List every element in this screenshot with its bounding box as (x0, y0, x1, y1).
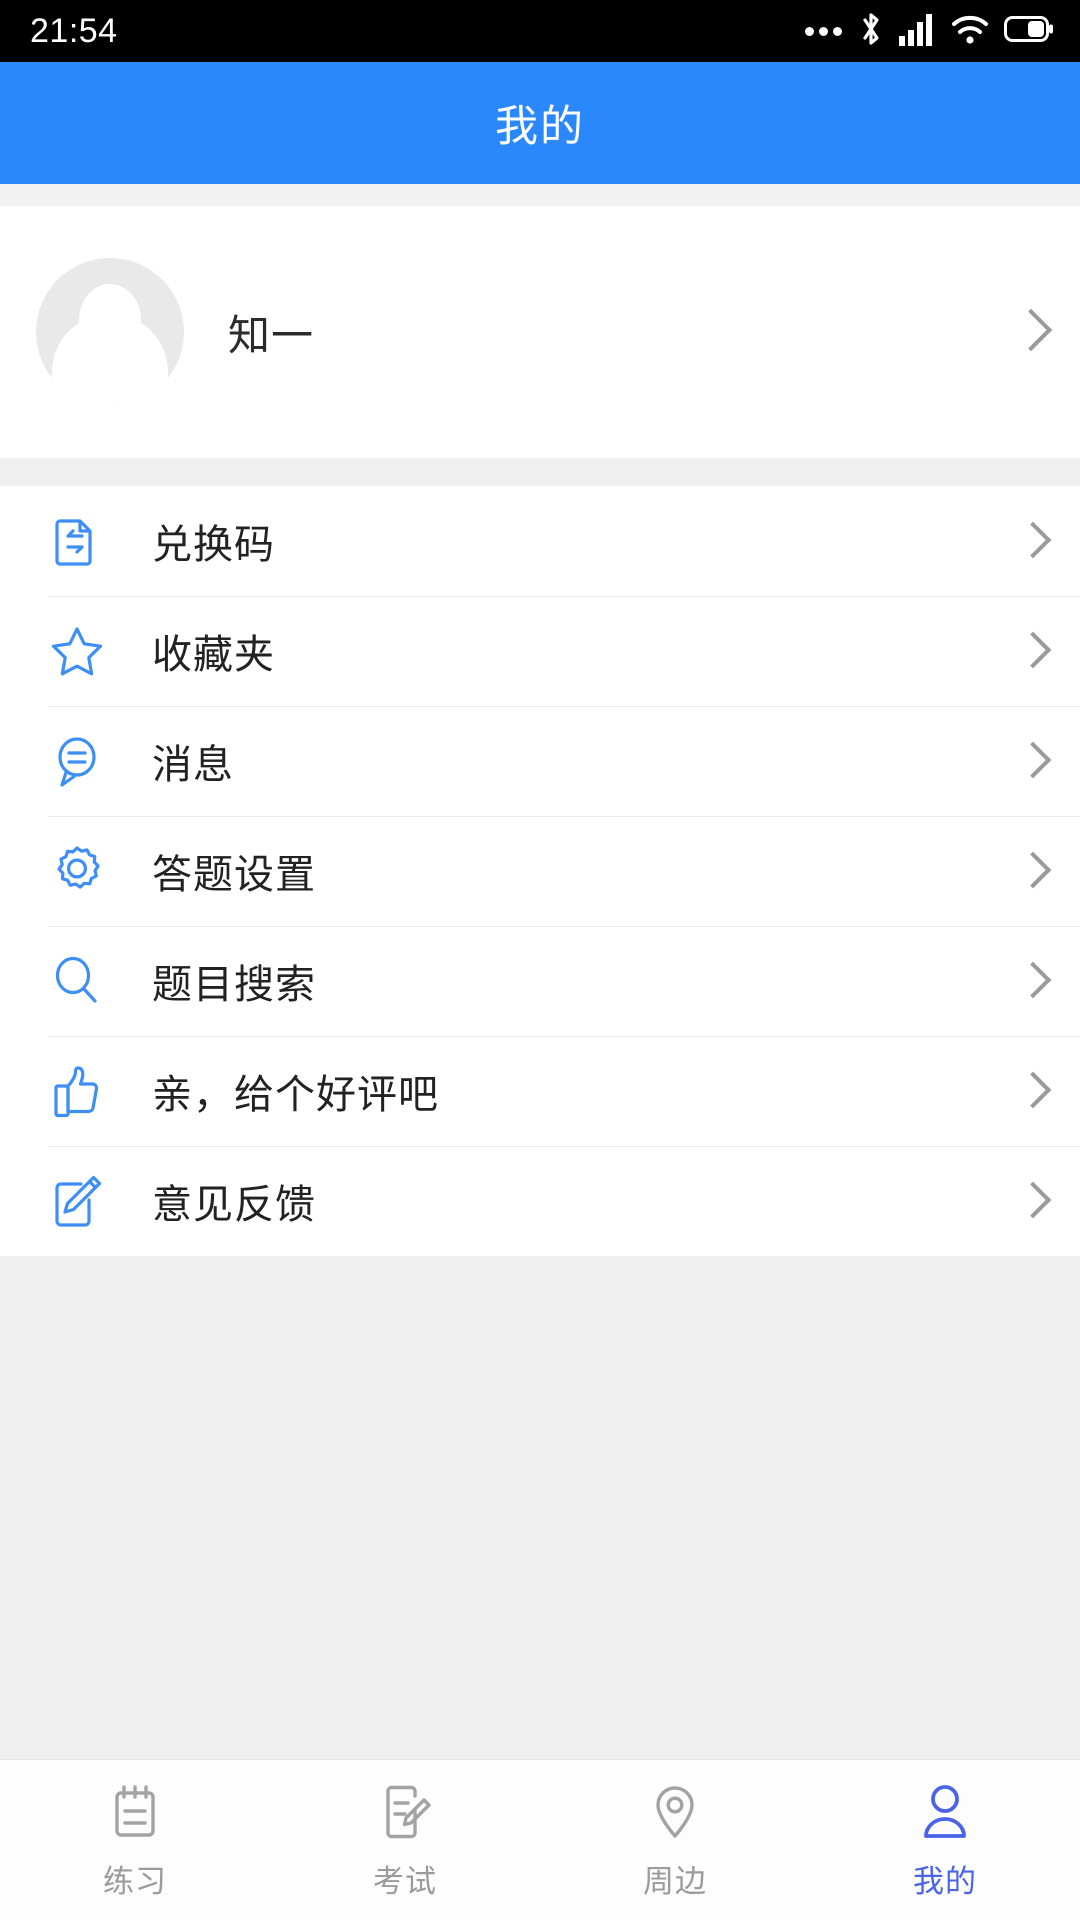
menu-item-redeem-code[interactable]: 兑换码 (0, 486, 1080, 596)
menu-item-label: 题目搜索 (152, 963, 316, 1007)
redeem-code-icon (48, 512, 106, 570)
search-icon (48, 952, 106, 1010)
page-title: 我的 (495, 103, 585, 151)
wifi-icon (950, 13, 990, 50)
section-spacer (0, 458, 1080, 486)
app-screen: 21:54 我的 知一 兑换码 收藏夹 消息 答题设置 题目搜索 亲，给个好评吧… (0, 0, 1080, 1920)
menu-item-label: 消息 (152, 743, 234, 787)
tab-label: 我的 (913, 1863, 977, 1899)
content-scroll-area[interactable]: 知一 兑换码 收藏夹 消息 答题设置 题目搜索 亲，给个好评吧 意见反馈 (0, 184, 1080, 1759)
menu-list: 兑换码 收藏夹 消息 答题设置 题目搜索 亲，给个好评吧 意见反馈 (0, 486, 1080, 1256)
star-favorites-icon (48, 622, 106, 680)
status-bar: 21:54 (0, 0, 1080, 62)
menu-item-messages[interactable]: 消息 (0, 706, 1080, 816)
chevron-right-icon (1018, 1181, 1040, 1221)
chevron-right-icon (1018, 851, 1040, 891)
thumbs-up-icon (48, 1062, 106, 1120)
chevron-right-icon (1018, 741, 1040, 781)
bottom-filler (0, 1256, 1080, 1759)
chevron-right-icon (1018, 521, 1040, 561)
menu-item-answer-settings[interactable]: 答题设置 (0, 816, 1080, 926)
cellular-signal-icon (898, 12, 936, 51)
menu-item-question-search[interactable]: 题目搜索 (0, 926, 1080, 1036)
menu-item-label: 答题设置 (152, 853, 316, 897)
tab-label: 练习 (103, 1863, 167, 1899)
tab-label: 周边 (643, 1863, 707, 1899)
message-bubble-icon (48, 732, 106, 790)
battery-icon (1004, 15, 1054, 48)
menu-item-label: 兑换码 (152, 523, 275, 567)
tab-nearby[interactable]: 周边 (540, 1760, 810, 1920)
status-icon-group (805, 11, 1054, 52)
menu-item-favorites[interactable]: 收藏夹 (0, 596, 1080, 706)
menu-item-feedback[interactable]: 意见反馈 (0, 1146, 1080, 1256)
bottom-tab-bar: 练习 考试 周边 我的 (0, 1759, 1080, 1920)
chevron-right-icon (1018, 961, 1040, 1001)
edit-pencil-icon (48, 1172, 106, 1230)
notebook-icon (103, 1780, 167, 1844)
tab-practice[interactable]: 练习 (0, 1760, 270, 1920)
status-time: 21:54 (30, 11, 118, 50)
more-dots-icon (805, 26, 842, 36)
tab-mine[interactable]: 我的 (810, 1760, 1080, 1920)
bluetooth-icon (858, 11, 884, 52)
tab-exam[interactable]: 考试 (270, 1760, 540, 1920)
gear-settings-icon (48, 842, 106, 900)
chevron-right-icon (1018, 1071, 1040, 1111)
profile-row[interactable]: 知一 (0, 206, 1080, 458)
tab-label: 考试 (373, 1863, 437, 1899)
menu-item-label: 收藏夹 (152, 633, 275, 677)
menu-item-rate-app[interactable]: 亲，给个好评吧 (0, 1036, 1080, 1146)
menu-item-label: 意见反馈 (152, 1183, 316, 1227)
top-spacer (0, 184, 1080, 206)
app-header: 我的 (0, 62, 1080, 184)
person-icon (913, 1780, 977, 1844)
location-pin-icon (643, 1780, 707, 1844)
chevron-right-icon (1018, 631, 1040, 671)
chevron-right-icon (1014, 309, 1040, 355)
exam-paper-pencil-icon (373, 1780, 437, 1844)
default-user-avatar-icon (36, 258, 184, 406)
menu-item-label: 亲，给个好评吧 (152, 1073, 439, 1117)
profile-name: 知一 (228, 311, 315, 359)
